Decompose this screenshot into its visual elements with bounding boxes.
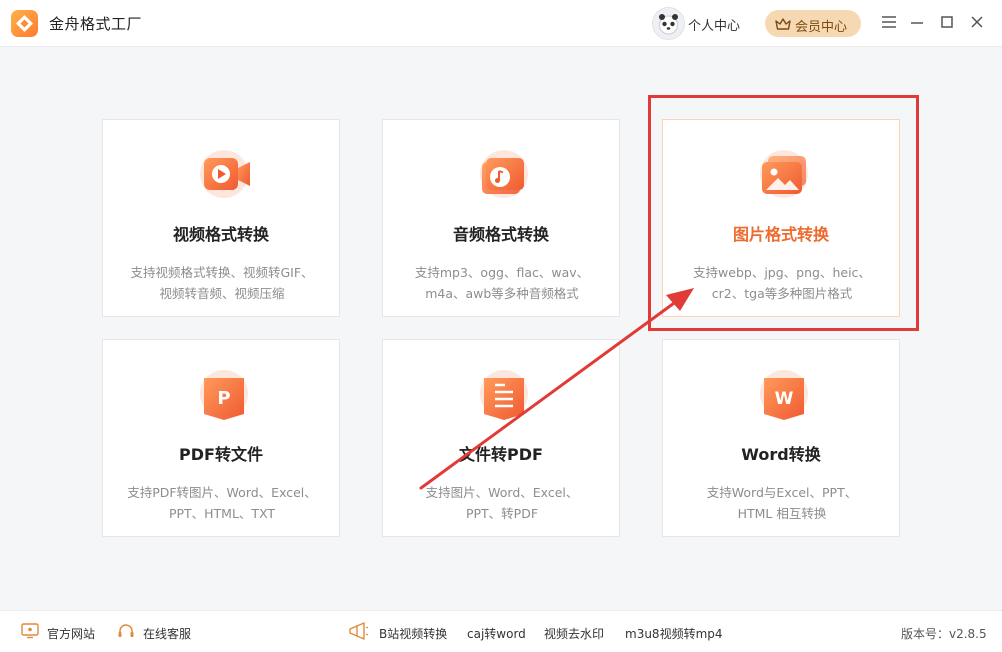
card-description-line: 支持Word与Excel、PPT、 (706, 485, 858, 500)
card-title: 文件转PDF (459, 445, 543, 464)
maximize-icon[interactable] (937, 12, 957, 32)
card-title: Word转换 (741, 445, 821, 464)
card-description-line: 视频转音频、视频压缩 (159, 286, 285, 301)
official-site-link[interactable]: 官方网站 (47, 625, 95, 642)
footer-link-caj[interactable]: caj转word (467, 625, 526, 642)
footer-bar: 官方网站 在线客服 B站视频转换 caj转word 视频去水印 m3u8视频转m… (0, 610, 1002, 652)
card-description-line: PPT、转PDF (465, 506, 539, 521)
app-logo-icon (11, 10, 38, 37)
card-description: 支持mp3、ogg、flac、wav、 m4a、awb等多种音频格式 (391, 262, 613, 304)
minimize-icon[interactable] (907, 12, 927, 32)
card-description-line: m4a、awb等多种音频格式 (425, 286, 579, 301)
card-description: 支持PDF转图片、Word、Excel、 PPT、HTML、TXT (111, 482, 333, 524)
card-title: PDF转文件 (179, 445, 263, 464)
card-description: 支持Word与Excel、PPT、 HTML 相互转换 (671, 482, 893, 524)
highlight-annotation-box (648, 95, 919, 331)
card-video-convert[interactable]: 视频格式转换 支持视频格式转换、视频转GIF、 视频转音频、视频压缩 (102, 119, 340, 317)
close-icon[interactable] (967, 12, 987, 32)
menu-icon[interactable] (879, 12, 899, 32)
footer-link-m3u8[interactable]: m3u8视频转mp4 (625, 625, 723, 642)
vip-center-label: 会员中心 (795, 20, 848, 35)
footer-link-bilibili[interactable]: B站视频转换 (379, 625, 447, 642)
card-description-line: 支持PDF转图片、Word、Excel、 (127, 485, 317, 500)
card-description-line: PPT、HTML、TXT (168, 506, 276, 521)
video-icon (192, 144, 256, 202)
app-title: 金舟格式工厂 (49, 15, 143, 33)
card-description: 支持图片、Word、Excel、 PPT、转PDF (391, 482, 613, 524)
card-word-convert[interactable]: W Word转换 支持Word与Excel、PPT、 HTML 相互转换 (662, 339, 900, 537)
card-audio-convert[interactable]: 音频格式转换 支持mp3、ogg、flac、wav、 m4a、awb等多种音频格… (382, 119, 620, 317)
card-description-line: 支持mp3、ogg、flac、wav、 (414, 265, 590, 280)
card-title: 音频格式转换 (452, 225, 549, 244)
footer-link-watermark[interactable]: 视频去水印 (544, 625, 604, 642)
megaphone-icon (347, 621, 369, 645)
pdf-icon: P (192, 364, 256, 422)
card-description-line: 支持视频格式转换、视频转GIF、 (130, 265, 314, 280)
card-description-line: HTML 相互转换 (737, 506, 827, 521)
card-file-to-pdf[interactable]: 文件转PDF 支持图片、Word、Excel、 PPT、转PDF (382, 339, 620, 537)
crown-icon (775, 16, 791, 35)
svg-text:W: W (775, 389, 794, 409)
svg-text:P: P (217, 388, 230, 409)
music-icon (472, 144, 536, 202)
headset-icon (117, 623, 135, 643)
card-title: 视频格式转换 (172, 225, 269, 244)
title-bar: 金舟格式工厂 个人中心 会员中心 (0, 0, 1002, 47)
word-icon: W (752, 364, 816, 422)
monitor-icon (21, 623, 39, 643)
card-description: 支持视频格式转换、视频转GIF、 视频转音频、视频压缩 (111, 262, 333, 304)
app-window: 金舟格式工厂 个人中心 会员中心 视频格式转换 支持视频格式转换、视频转GIF、… (0, 0, 1002, 652)
vip-center-button[interactable]: 会员中心 (765, 10, 861, 37)
document-icon (472, 364, 536, 422)
online-service-link[interactable]: 在线客服 (143, 625, 191, 642)
card-description-line: 支持图片、Word、Excel、 (425, 485, 579, 500)
personal-center-link[interactable]: 个人中心 (688, 15, 740, 34)
avatar-icon[interactable] (652, 7, 685, 40)
card-pdf-to-file[interactable]: P PDF转文件 支持PDF转图片、Word、Excel、 PPT、HTML、T… (102, 339, 340, 537)
version-label: 版本号：v2.8.5 (901, 627, 987, 641)
